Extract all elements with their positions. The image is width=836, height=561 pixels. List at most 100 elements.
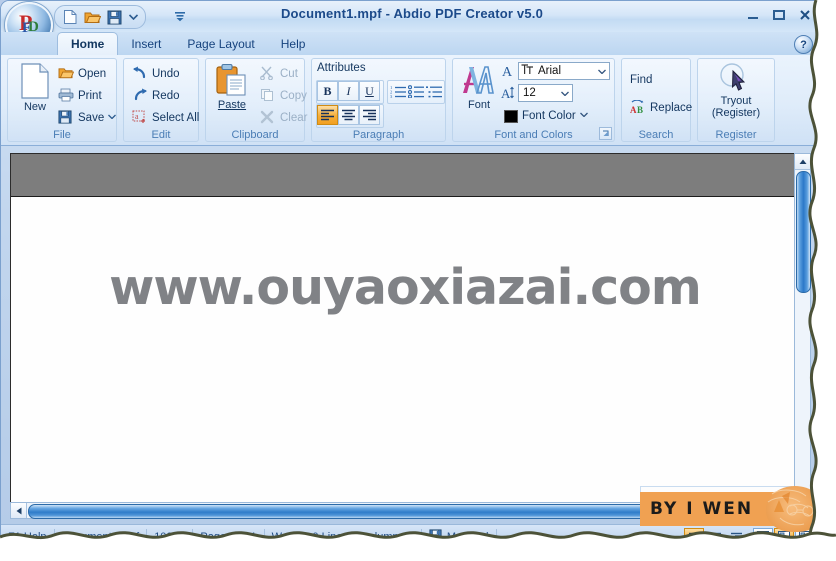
customize-quick-access-icon[interactable] [173,9,187,23]
open-command[interactable]: Open [55,64,109,84]
font-name-icon: A [501,63,516,84]
undo-command[interactable]: Undo [129,64,183,84]
new-document-icon[interactable] [61,9,79,26]
font-name-combo[interactable]: Arial [518,62,610,80]
status-counts: Words : 0 Line : 1 Column : 0 [265,528,422,546]
ribbon-group-search: Find A B Replace Search [621,58,692,142]
group-label-register: Register [715,129,757,141]
align-center-button[interactable] [338,105,359,125]
ribbon-group-paragraph: Attributes B I U 1 2 3 Paragraph [311,58,446,142]
document-header-band [11,154,799,197]
italic-glyph: I [346,83,351,98]
status-modified: Modified [422,528,497,546]
font-color-swatch [504,109,518,123]
attributes-label: Attributes [317,62,366,74]
quick-access-dropdown-icon[interactable] [127,9,139,25]
cursor-register-icon [720,63,746,91]
vertical-scrollbar[interactable] [794,153,811,511]
copy-command[interactable]: Copy [257,86,310,106]
document-watermark-text: www.ouyaoxiazai.com [109,259,702,316]
status-zoom[interactable]: 100 % [147,528,194,546]
group-edit-content: Undo Redo a Select All [123,60,199,125]
font-dialog-launcher[interactable] [599,127,612,140]
close-button[interactable] [797,8,813,22]
underline-button[interactable]: U [359,81,380,101]
tab-insert[interactable]: Insert [118,34,174,55]
font-color-dropdown-icon[interactable] [579,108,589,124]
new-button[interactable]: New [11,62,59,122]
document-area[interactable]: www.ouyaoxiazai.com [10,153,800,511]
clear-command[interactable]: Clear [257,108,310,128]
font-color-command[interactable]: Font Color [501,106,592,126]
printer-icon [58,88,74,104]
replace-command[interactable]: A B Replace [627,98,695,118]
align-left-icon [321,109,334,121]
status-page: Page : 1 / 1 [193,528,265,546]
horizontal-scrollbar[interactable] [10,502,800,519]
font-name-dropdown-icon[interactable] [594,63,609,79]
svg-text:A: A [630,105,637,114]
underline-glyph: U [365,83,374,98]
bold-button[interactable]: B [317,81,338,101]
group-label-edit: Edit [151,129,171,141]
vertical-scrollbar-thumb[interactable] [796,171,811,293]
tab-home[interactable]: Home [57,32,119,55]
ribbon-group-file: New Open Print Save File [7,58,117,142]
open-folder-icon[interactable] [83,9,101,26]
copy-command-label: Copy [280,90,307,102]
tryout-register-button[interactable]: Tryout (Register) [703,62,769,124]
svg-text:a: a [135,112,139,121]
tab-help[interactable]: Help [268,34,319,55]
window-frame: Document1.mpf - Abdio PDF Creator v5.0 P… [0,0,824,549]
redo-command[interactable]: Redo [129,86,183,106]
group-file-content: New Open Print Save [7,60,117,125]
group-label-search: Search [638,129,674,141]
font-tt-icon [519,63,535,79]
font-size-combo[interactable]: 12 [518,84,573,102]
undo-command-label: Undo [152,68,180,80]
status-view-split-button[interactable] [774,527,794,547]
find-command[interactable]: Find [627,70,655,90]
font-button[interactable]: Font [456,62,502,122]
multilevel-list-button[interactable] [424,81,445,101]
status-view-web-button[interactable] [795,527,815,547]
select-all-command-label: Select All [152,112,200,124]
help-icon[interactable]: ? [794,35,813,54]
save-disk-icon[interactable] [105,9,123,26]
status-align-right-button[interactable] [726,528,746,547]
select-all-command[interactable]: a Select All [129,108,202,128]
maximize-button[interactable] [771,8,787,22]
tab-page-layout[interactable]: Page Layout [174,34,267,55]
group-font-content: Font A Arial A 12 Font Color [452,60,615,125]
status-view-page-button[interactable] [753,527,773,547]
bulleted-list-icon [408,85,424,98]
align-right-button[interactable] [359,105,380,125]
save-command[interactable]: Save [55,108,120,128]
horizontal-scrollbar-thumb[interactable] [28,504,795,519]
group-register-content: Tryout (Register) [697,60,775,125]
minimize-button[interactable] [745,8,761,22]
font-size-dropdown-icon[interactable] [557,85,572,101]
status-align-left-button[interactable] [684,527,704,547]
paste-button[interactable]: Paste [207,62,257,122]
align-right-icon [363,109,376,121]
svg-text:B: B [637,105,643,114]
copy-icon [260,88,276,104]
align-left-button[interactable] [317,105,338,125]
scroll-left-arrow-icon[interactable] [11,503,27,518]
scroll-up-arrow-icon[interactable] [795,154,810,170]
italic-button[interactable]: I [338,81,359,101]
status-help[interactable]: F1 Help [1,528,55,546]
print-command[interactable]: Print [55,86,105,106]
tryout-label-line2: (Register) [711,107,761,119]
select-all-icon: a [132,110,148,126]
status-align-center-button[interactable] [705,528,725,547]
save-dropdown-icon[interactable] [108,110,117,126]
cut-command[interactable]: Cut [257,64,301,84]
ribbon-tab-strip: Home Insert Page Layout Help ? [1,32,823,56]
svg-text:A: A [502,65,513,79]
document-page[interactable]: www.ouyaoxiazai.com [11,197,799,510]
status-bar: F1 Help Document1.mpf 100 % Page : 1 / 1… [1,524,823,549]
quick-access-toolbar [54,5,146,29]
new-button-label: New [23,101,46,113]
